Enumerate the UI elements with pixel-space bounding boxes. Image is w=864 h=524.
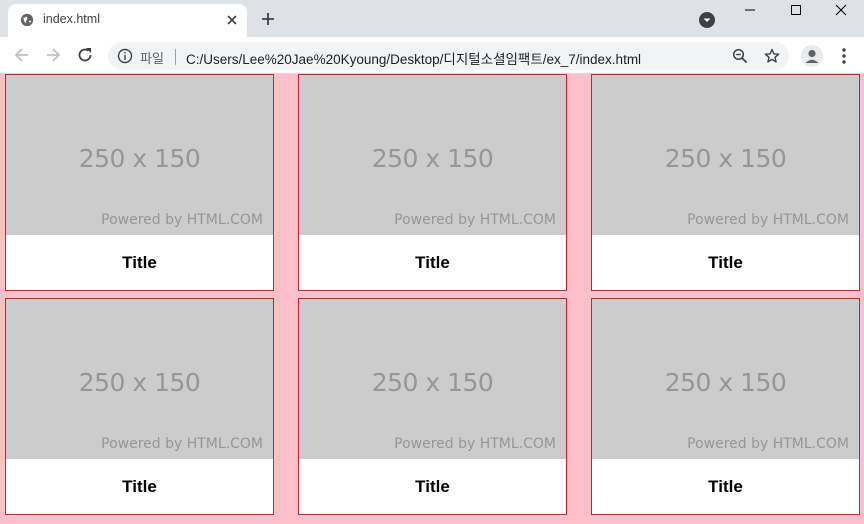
placeholder-image: 250 x 150 Powered by HTML.COM bbox=[6, 75, 273, 235]
image-caption: Powered by HTML.COM bbox=[101, 436, 263, 452]
arrow-right-icon[interactable] bbox=[43, 45, 63, 65]
card-title: Title bbox=[708, 477, 743, 496]
kebab-menu-icon[interactable] bbox=[836, 46, 852, 66]
image-caption: Powered by HTML.COM bbox=[687, 436, 849, 452]
card-title: Title bbox=[415, 477, 450, 496]
globe-icon bbox=[20, 13, 34, 27]
minimize-button[interactable] bbox=[727, 0, 773, 20]
image-caption: Powered by HTML.COM bbox=[687, 212, 849, 228]
image-caption: Powered by HTML.COM bbox=[101, 212, 263, 228]
close-icon bbox=[835, 4, 847, 16]
tab-index-html[interactable]: index.html bbox=[8, 4, 247, 37]
reload-icon[interactable] bbox=[75, 45, 95, 65]
placeholder-image: 250 x 150 Powered by HTML.COM bbox=[299, 299, 566, 459]
tab-strip: index.html bbox=[0, 0, 864, 37]
tab-title: index.html bbox=[43, 12, 100, 26]
arrow-left-icon[interactable] bbox=[12, 45, 32, 65]
divider bbox=[175, 49, 176, 65]
site-info-chip[interactable]: 파일 bbox=[140, 48, 164, 67]
new-tab-icon[interactable] bbox=[260, 11, 276, 27]
maximize-button[interactable] bbox=[773, 0, 819, 20]
card: 250 x 150 Powered by HTML.COM Title bbox=[298, 74, 567, 291]
card-title: Title bbox=[122, 253, 157, 272]
window-close-button[interactable] bbox=[818, 0, 864, 20]
maximize-icon bbox=[791, 5, 801, 15]
info-icon[interactable] bbox=[117, 48, 133, 64]
card: 250 x 150 Powered by HTML.COM Title bbox=[5, 74, 274, 291]
image-dimensions-text: 250 x 150 bbox=[664, 368, 787, 397]
image-caption: Powered by HTML.COM bbox=[394, 436, 556, 452]
image-dimensions-text: 250 x 150 bbox=[371, 368, 494, 397]
card: 250 x 150 Powered by HTML.COM Title bbox=[5, 298, 274, 515]
minimize-icon bbox=[745, 9, 755, 11]
image-dimensions-text: 250 x 150 bbox=[664, 144, 787, 173]
image-dimensions-text: 250 x 150 bbox=[78, 144, 201, 173]
card: 250 x 150 Powered by HTML.COM Title bbox=[298, 298, 567, 515]
card-title: Title bbox=[708, 253, 743, 272]
close-icon[interactable] bbox=[224, 12, 240, 28]
address-bar[interactable]: 파일 C:/Users/Lee%20Jae%20Kyoung/Desktop/디… bbox=[108, 42, 789, 70]
image-dimensions-text: 250 x 150 bbox=[371, 144, 494, 173]
url-text[interactable]: C:/Users/Lee%20Jae%20Kyoung/Desktop/디지털소… bbox=[186, 48, 641, 68]
avatar-icon[interactable] bbox=[801, 45, 823, 67]
card-title: Title bbox=[122, 477, 157, 496]
image-caption: Powered by HTML.COM bbox=[394, 212, 556, 228]
placeholder-image: 250 x 150 Powered by HTML.COM bbox=[592, 75, 859, 235]
card-title: Title bbox=[415, 253, 450, 272]
person-icon bbox=[805, 49, 819, 63]
page-viewport: 250 x 150 Powered by HTML.COM Title 250 … bbox=[0, 74, 864, 524]
star-icon[interactable] bbox=[764, 48, 780, 64]
placeholder-image: 250 x 150 Powered by HTML.COM bbox=[592, 299, 859, 459]
browser-toolbar: 파일 C:/Users/Lee%20Jae%20Kyoung/Desktop/디… bbox=[0, 37, 864, 74]
zoom-out-icon[interactable] bbox=[732, 48, 748, 64]
tab-search-icon[interactable] bbox=[698, 11, 716, 29]
card: 250 x 150 Powered by HTML.COM Title bbox=[591, 298, 860, 515]
placeholder-image: 250 x 150 Powered by HTML.COM bbox=[6, 299, 273, 459]
card: 250 x 150 Powered by HTML.COM Title bbox=[591, 74, 860, 291]
placeholder-image: 250 x 150 Powered by HTML.COM bbox=[299, 75, 566, 235]
image-dimensions-text: 250 x 150 bbox=[78, 368, 201, 397]
